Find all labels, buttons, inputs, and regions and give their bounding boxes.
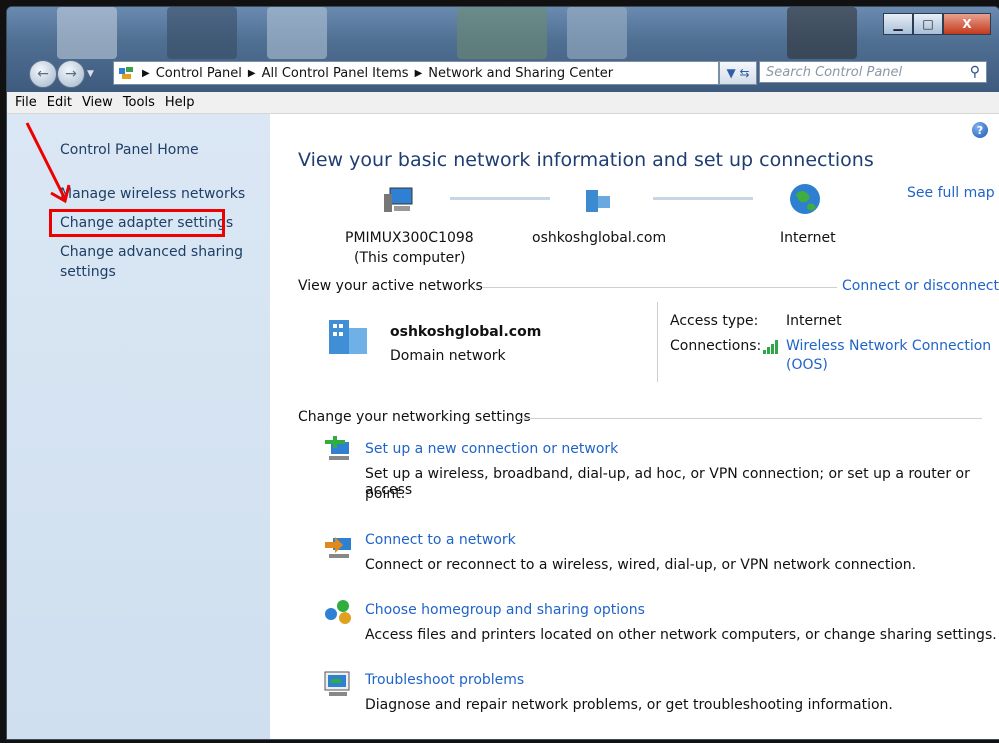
breadcrumb-control-panel[interactable]: Control Panel [156, 66, 242, 81]
wireless-connection-link[interactable]: Wireless Network Connection [786, 338, 991, 354]
globe-icon [790, 184, 820, 214]
menu-bar: File Edit View Tools Help [7, 92, 999, 114]
sidebar-item-advanced-sharing-line2[interactable]: settings [60, 264, 116, 280]
connections-label: Connections: [670, 338, 762, 354]
computer-subtitle: (This computer) [354, 250, 466, 266]
connect-network-icon [325, 537, 351, 558]
setup-connection-description-line2: point. [365, 486, 406, 502]
map-connector-line [653, 197, 753, 200]
network-name: oshkoshglobal.com [390, 324, 542, 340]
help-icon[interactable]: ? [972, 122, 988, 138]
desktop-background [787, 7, 857, 59]
annotation-arrow [25, 122, 71, 204]
main-panel: ? View your basic network information an… [270, 114, 999, 739]
network-building-icon [329, 320, 367, 354]
breadcrumb-network-center[interactable]: Network and Sharing Center [428, 66, 613, 81]
recent-pages-icon[interactable]: ▼ [87, 69, 94, 79]
breadcrumb-all-items[interactable]: All Control Panel Items [262, 66, 409, 81]
see-full-map-link[interactable]: See full map [907, 185, 995, 201]
page-title: View your basic network information and … [298, 149, 874, 171]
section-divider [520, 418, 982, 419]
control-panel-icon [119, 67, 133, 79]
homegroup-description: Access files and printers located on oth… [365, 627, 997, 643]
network-type: Domain network [390, 348, 506, 364]
address-bar[interactable]: ▶ Control Panel ▶ All Control Panel Item… [113, 61, 719, 85]
access-type-label: Access type: [670, 313, 759, 329]
sidebar-item-advanced-sharing[interactable]: Change advanced sharing [60, 244, 243, 260]
minimize-button[interactable]: ▁ [883, 13, 913, 35]
search-placeholder: Search Control Panel [766, 64, 903, 80]
active-networks-header: View your active networks [298, 278, 483, 294]
menu-help[interactable]: Help [165, 95, 195, 110]
signal-strength-icon [763, 340, 778, 354]
troubleshoot-description: Diagnose and repair network problems, or… [365, 697, 893, 713]
breadcrumb-separator[interactable]: ▶ [248, 68, 256, 79]
back-button[interactable]: ← [29, 60, 57, 88]
close-button[interactable]: X [943, 13, 991, 35]
internet-label: Internet [780, 230, 836, 246]
menu-file[interactable]: File [15, 95, 37, 110]
sidebar-item-manage-wireless[interactable]: Manage wireless networks [60, 186, 245, 202]
refresh-button[interactable]: ▼ ⇆ [719, 61, 757, 85]
maximize-button[interactable]: □ [913, 13, 943, 35]
breadcrumb-separator[interactable]: ▶ [415, 68, 423, 79]
breadcrumb-separator: ▶ [142, 67, 150, 79]
explorer-window: ▁ □ X ← → ▼ ▶ Control Panel ▶ All Contro… [6, 6, 999, 740]
navigation-bar: ← → ▼ ▶ Control Panel ▶ All Control Pane… [7, 55, 999, 89]
settings-header: Change your networking settings [298, 409, 531, 425]
search-input[interactable]: Search Control Panel ⚲ [759, 61, 987, 83]
troubleshoot-icon [324, 671, 350, 696]
computer-icon [384, 187, 413, 212]
network-details-divider [657, 302, 658, 382]
desktop-background [57, 7, 117, 59]
connect-network-description: Connect or reconnect to a wireless, wire… [365, 557, 917, 573]
title-bar: ▁ □ X ← → ▼ ▶ Control Panel ▶ All Contro… [7, 7, 999, 92]
computer-name: PMIMUX300C1098 [345, 230, 474, 246]
troubleshoot-link[interactable]: Troubleshoot problems [365, 672, 524, 688]
connect-disconnect-link[interactable]: Connect or disconnect [842, 278, 999, 294]
wireless-connection-link-line2[interactable]: (OOS) [786, 357, 828, 373]
window-controls: ▁ □ X [883, 13, 991, 35]
highlight-box [49, 209, 225, 237]
desktop-background [167, 7, 237, 59]
map-connector-line [450, 197, 550, 200]
menu-view[interactable]: View [82, 95, 113, 110]
desktop-background [567, 7, 627, 59]
search-icon[interactable]: ⚲ [970, 64, 980, 80]
access-type-value: Internet [786, 313, 842, 329]
desktop-background [267, 7, 327, 59]
setup-connection-description: Set up a wireless, broadband, dial-up, a… [365, 466, 970, 498]
domain-icon [586, 190, 610, 212]
new-connection-icon [325, 436, 349, 460]
domain-name: oshkoshglobal.com [532, 230, 667, 246]
desktop-background [457, 7, 547, 59]
homegroup-link[interactable]: Choose homegroup and sharing options [365, 602, 645, 618]
menu-tools[interactable]: Tools [123, 95, 155, 110]
forward-button[interactable]: → [57, 60, 85, 88]
section-divider [482, 287, 837, 288]
setup-connection-link[interactable]: Set up a new connection or network [365, 441, 618, 457]
menu-edit[interactable]: Edit [47, 95, 72, 110]
homegroup-icon [325, 600, 351, 624]
connect-network-link[interactable]: Connect to a network [365, 532, 516, 548]
